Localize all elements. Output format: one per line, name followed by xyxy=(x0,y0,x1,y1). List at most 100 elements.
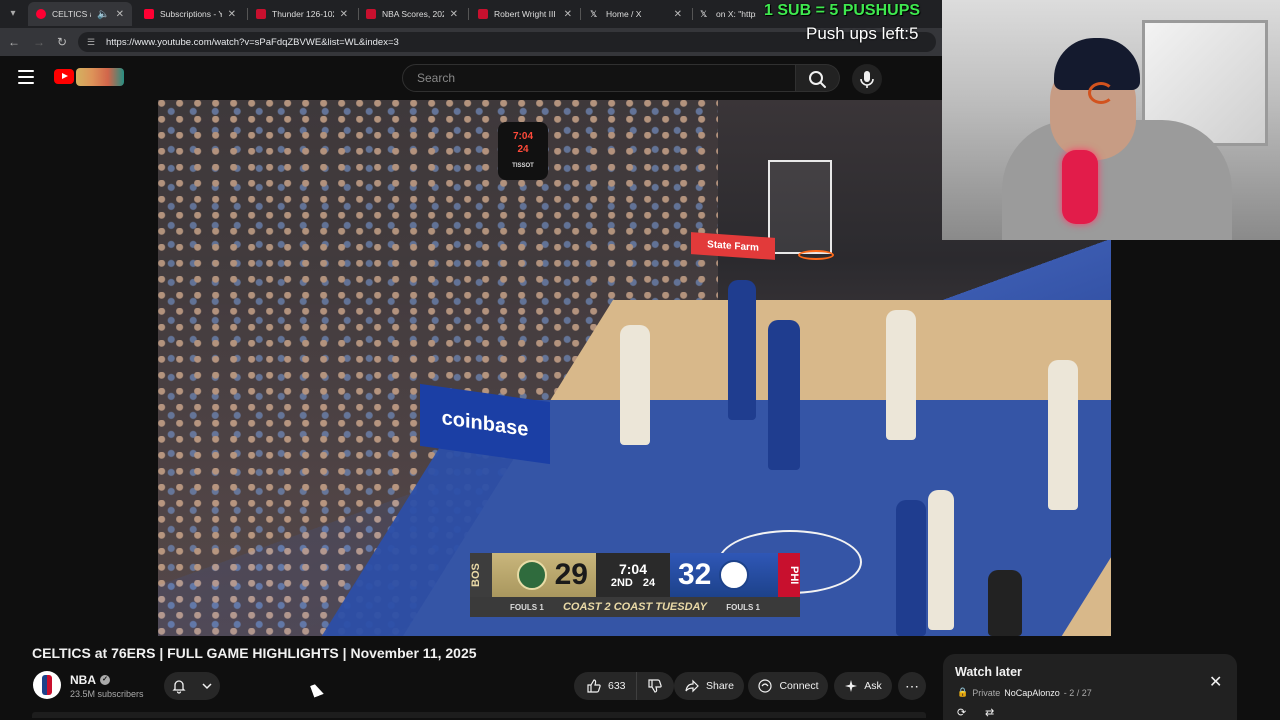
player xyxy=(1048,360,1078,510)
search-input[interactable]: Search xyxy=(402,64,796,92)
close-tab-icon[interactable]: ✕ xyxy=(674,9,682,20)
search-icon xyxy=(809,71,826,88)
address-bar-row: ← → ↻ ☰ https://www.youtube.com/watch?v=… xyxy=(0,28,942,56)
channel-name[interactable]: NBA xyxy=(70,673,96,687)
player xyxy=(728,280,756,420)
playlist-title[interactable]: Watch later xyxy=(955,665,1022,679)
speaker-icon: 🔈 xyxy=(97,8,110,20)
description-box-edge[interactable] xyxy=(32,712,926,718)
player xyxy=(620,325,650,445)
youtube-doodle-logo[interactable] xyxy=(76,68,124,86)
like-count: 633 xyxy=(608,680,626,692)
playlist-position: - 2 / 27 xyxy=(1063,687,1092,698)
back-arrow-icon[interactable]: ← xyxy=(6,34,22,50)
news-favicon-icon xyxy=(478,9,488,19)
player xyxy=(768,320,800,470)
loop-icon[interactable]: ⟳ xyxy=(957,706,966,719)
thumbs-down-icon xyxy=(648,679,662,693)
tab-robert-wright[interactable]: Robert Wright III ✕ xyxy=(470,2,580,26)
share-icon xyxy=(685,679,699,693)
news-favicon-icon xyxy=(256,9,266,19)
verified-icon: ✓ xyxy=(100,675,110,685)
arena-clock-brand: TISSOT xyxy=(512,162,534,169)
youtube-logo-icon[interactable] xyxy=(54,69,74,84)
search-button[interactable] xyxy=(796,64,840,92)
playlist-privacy: Private xyxy=(972,687,1001,698)
url-text: https://www.youtube.com/watch?v=sPaFdqZB… xyxy=(106,36,399,48)
tab-label: Home / X xyxy=(606,9,642,19)
home-fouls: FOULS 1 xyxy=(726,602,760,612)
more-icon: ⋯ xyxy=(905,677,919,694)
watch-later-panel: Watch later 🔒 Private NoCapAlonzo - 2 / … xyxy=(943,654,1237,720)
reload-icon[interactable]: ↻ xyxy=(54,34,70,50)
tab-label: Robert Wright III xyxy=(494,9,556,19)
forward-arrow-icon[interactable]: → xyxy=(31,34,47,50)
close-tab-icon[interactable]: ✕ xyxy=(228,9,236,20)
player xyxy=(886,310,916,440)
tab-subscriptions[interactable]: Subscriptions - Yo ✕ xyxy=(136,2,244,26)
sparkle-icon xyxy=(845,680,858,692)
game-clock: 7:04 xyxy=(618,561,648,577)
tab-label: Subscriptions - Yo xyxy=(160,9,222,19)
tab-x-post[interactable]: 𝕏 on X: "https xyxy=(692,2,764,26)
x-logo-icon: 𝕏 xyxy=(590,9,598,19)
subscriber-count: 23.5M subscribers xyxy=(70,689,144,699)
microphone xyxy=(1062,150,1098,224)
home-score: 32 xyxy=(678,558,712,591)
like-button[interactable]: 633 xyxy=(574,672,637,700)
away-score: 29 xyxy=(554,558,588,591)
channel-avatar[interactable] xyxy=(33,671,61,699)
chevron-down-icon[interactable]: ▾ xyxy=(4,5,22,23)
tab-celtics[interactable]: CELTICS at 76 🔈 ✕ xyxy=(28,2,132,26)
news-favicon-icon xyxy=(366,9,376,19)
youtube-favicon-icon xyxy=(144,9,154,19)
sub-pushups-banner: 1 SUB = 5 PUSHUPS xyxy=(764,2,921,19)
tab-label: on X: "https xyxy=(716,9,756,19)
tab-label: NBA Scores, 2025 xyxy=(382,9,444,19)
x-logo-icon: 𝕏 xyxy=(700,9,708,19)
close-icon[interactable]: ✕ xyxy=(1209,672,1222,692)
playlist-owner[interactable]: NoCapAlonzo xyxy=(1004,688,1060,698)
tab-nba-scores[interactable]: NBA Scores, 2025 ✕ xyxy=(358,2,466,26)
share-button[interactable]: Share xyxy=(674,672,744,700)
bell-icon xyxy=(172,680,186,694)
video-title: CELTICS at 76ERS | FULL GAME HIGHLIGHTS … xyxy=(32,645,477,661)
tab-divider xyxy=(468,8,469,20)
like-dislike-group: 633 xyxy=(574,672,674,700)
chevron-down-icon xyxy=(202,683,212,690)
connect-button[interactable]: Connect xyxy=(748,672,828,700)
scorebug-main: BOS 29 7:04 2ND 24 32 PHI xyxy=(470,553,800,597)
scorebug-footer: FOULS 1 COAST 2 COAST TUESDAY FOULS 1 xyxy=(470,597,800,617)
youtube-header: Search xyxy=(0,56,942,100)
ask-button[interactable]: Ask xyxy=(834,672,892,700)
ask-label: Ask xyxy=(864,680,882,692)
rim xyxy=(798,250,834,260)
referee xyxy=(988,570,1022,636)
away-panel: 29 xyxy=(492,553,596,597)
connect-label: Connect xyxy=(779,680,819,692)
voice-search-button[interactable] xyxy=(852,64,882,94)
dislike-button[interactable] xyxy=(637,672,674,700)
more-actions-button[interactable]: ⋯ xyxy=(898,672,926,700)
menu-icon[interactable] xyxy=(18,70,34,84)
lock-icon: 🔒 xyxy=(957,687,969,697)
close-tab-icon[interactable]: ✕ xyxy=(340,9,348,20)
close-tab-icon[interactable]: ✕ xyxy=(116,9,124,20)
close-tab-icon[interactable]: ✕ xyxy=(564,9,572,20)
shuffle-icon[interactable]: ⇄ xyxy=(985,706,994,719)
site-settings-icon[interactable]: ☰ xyxy=(84,37,98,48)
share-label: Share xyxy=(705,680,735,692)
period: 2ND xyxy=(610,577,633,589)
nba-logo-icon xyxy=(42,675,52,695)
webcam-overlay xyxy=(942,0,1280,240)
channel-name-row[interactable]: NBA ✓ xyxy=(70,673,110,687)
arena-shot-seconds: 24 xyxy=(517,143,529,155)
playlist-meta: 🔒 Private NoCapAlonzo - 2 / 27 xyxy=(957,687,1092,698)
tab-thunder[interactable]: Thunder 126-102 ✕ xyxy=(248,2,356,26)
thumbs-up-icon xyxy=(587,679,601,693)
mouse-cursor xyxy=(310,682,324,698)
tab-home-x[interactable]: 𝕏 Home / X ✕ xyxy=(582,2,690,26)
subscribed-notifications-button[interactable] xyxy=(164,672,220,700)
player xyxy=(928,490,954,630)
close-tab-icon[interactable]: ✕ xyxy=(450,9,458,20)
